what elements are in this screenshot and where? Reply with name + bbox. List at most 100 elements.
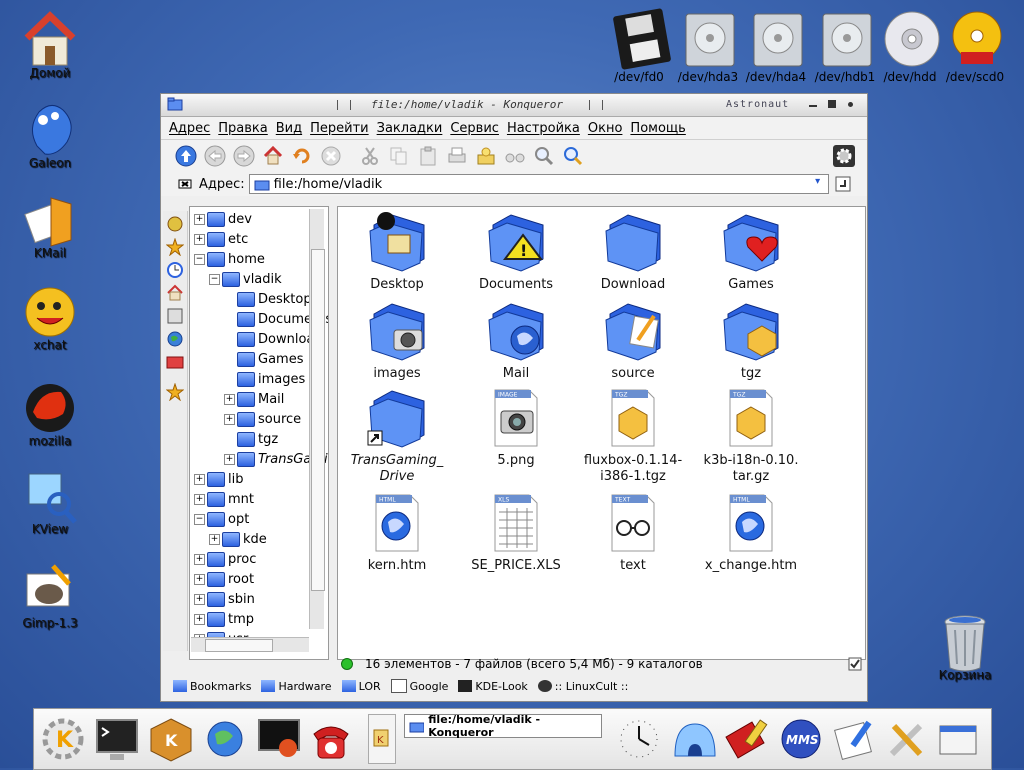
menu-item[interactable]: Вид — [276, 121, 302, 136]
bookmark-bookmarks-folder[interactable]: Bookmarks — [173, 680, 251, 693]
sidebar-network-tab[interactable] — [165, 329, 185, 349]
print-button[interactable] — [446, 145, 468, 167]
file-item[interactable]: images — [343, 300, 451, 382]
menu-item[interactable]: Помощь — [630, 121, 685, 136]
bookmark-google[interactable]: Google — [390, 679, 448, 693]
desktop-galeon-item[interactable]: Galeon — [5, 100, 95, 170]
file-item[interactable]: tgz — [697, 300, 805, 382]
kpackage-launcher[interactable]: K — [146, 714, 196, 764]
sidebar-history-tab[interactable] — [165, 260, 185, 280]
tree-expander[interactable]: + — [224, 453, 235, 465]
zoom-out-button[interactable] — [562, 145, 584, 167]
link-view-icon[interactable] — [848, 657, 862, 671]
menu-item[interactable]: Адрес — [169, 121, 210, 136]
tree-item[interactable]: + source — [224, 410, 301, 428]
tree-expander[interactable]: + — [194, 493, 205, 505]
tree-item[interactable]: + kde — [209, 530, 267, 548]
tree-item[interactable]: − home — [194, 250, 265, 268]
paste-button[interactable] — [417, 145, 439, 167]
drive-item[interactable]: /dev/hda3 — [673, 8, 743, 84]
menu-item[interactable]: Окно — [588, 121, 623, 136]
file-item[interactable]: TransGaming_ Drive — [343, 387, 451, 485]
back-button[interactable] — [204, 145, 226, 167]
window-list-launcher[interactable] — [934, 714, 984, 764]
sidebar-bookmarks-tab[interactable] — [165, 237, 185, 257]
desktop-kview-item[interactable]: KView — [5, 466, 95, 536]
sidebar-root-tab[interactable] — [165, 352, 185, 372]
maximize-button[interactable] — [828, 100, 836, 108]
tree-expander[interactable]: + — [194, 553, 205, 565]
tree-expander[interactable]: − — [209, 273, 220, 285]
clear-location-icon[interactable] — [177, 177, 193, 191]
mms-launcher[interactable]: MMS — [776, 714, 826, 764]
forward-button[interactable] — [233, 145, 255, 167]
tree-item[interactable]: Games — [224, 350, 303, 368]
file-item[interactable]: Download — [579, 211, 687, 293]
konqueror-window[interactable]: file:/home/vladik - Konqueror Astronaut … — [160, 93, 868, 702]
terminal-launcher[interactable] — [92, 714, 142, 764]
file-item[interactable]: ! Documents — [462, 211, 570, 293]
tree-hscroll-thumb[interactable] — [205, 639, 273, 652]
file-item[interactable]: Games — [697, 211, 805, 293]
desktop-mozilla-item[interactable]: mozilla — [5, 378, 95, 448]
file-item[interactable]: HTML kern.htm — [343, 492, 451, 574]
file-item[interactable]: Mail — [462, 300, 570, 382]
location-input[interactable]: file:/home/vladik ▾ — [248, 174, 829, 194]
menu-item[interactable]: Закладки — [377, 121, 443, 136]
drive-item[interactable]: /dev/scd0 — [940, 8, 1010, 84]
tree-expander[interactable]: + — [194, 473, 205, 485]
up-button[interactable] — [175, 145, 197, 167]
menu-item[interactable]: Правка — [218, 121, 267, 136]
cut-button[interactable] — [359, 145, 381, 167]
file-item[interactable]: TGZ k3b-i18n-0.10. tar.gz — [697, 387, 805, 485]
tree-expander[interactable]: − — [194, 253, 205, 265]
tree-item[interactable]: Download — [224, 330, 323, 348]
tree-item[interactable]: − opt — [194, 510, 249, 528]
tree-expander[interactable]: + — [194, 573, 205, 585]
drive-item[interactable]: /dev/fd0 — [604, 8, 674, 84]
tree-item[interactable]: images — [224, 370, 305, 388]
tree-vertical-scrollbar[interactable] — [309, 209, 325, 629]
location-dropdown-button[interactable]: ▾ — [810, 176, 826, 190]
bookmark-lor-folder[interactable]: LOR — [341, 680, 381, 693]
minimize-button[interactable] — [809, 105, 817, 107]
file-item[interactable]: HTML x_change.htm — [697, 492, 805, 574]
file-item[interactable]: Desktop — [343, 211, 451, 293]
drive-item[interactable]: /dev/hdd — [875, 8, 945, 84]
new-window-button[interactable] — [475, 145, 497, 167]
tree-horizontal-scrollbar[interactable] — [191, 637, 309, 652]
window-titlebar[interactable]: file:/home/vladik - Konqueror Astronaut — [161, 94, 867, 117]
file-item[interactable]: XLS SE_PRICE.XLS — [462, 492, 570, 574]
reload-button[interactable] — [291, 145, 313, 167]
tree-item[interactable]: + etc — [194, 230, 248, 248]
tree-expander[interactable]: + — [194, 613, 205, 625]
k-menu-button[interactable]: K — [38, 714, 88, 764]
tree-item[interactable]: tgz — [224, 430, 278, 448]
tree-item[interactable]: + root — [194, 570, 254, 588]
tree-expander[interactable]: + — [194, 233, 205, 245]
tree-expander[interactable]: − — [194, 513, 205, 525]
activity-button[interactable] — [833, 145, 855, 167]
display-launcher[interactable] — [254, 714, 304, 764]
igloo-launcher[interactable] — [670, 714, 720, 764]
tree-item[interactable]: + sbin — [194, 590, 255, 608]
trash-icon-item[interactable]: Корзина — [920, 612, 1010, 682]
sidebar-config-tab[interactable] — [165, 214, 185, 234]
phone-launcher[interactable] — [306, 714, 356, 764]
desktop-kmail-item[interactable]: KMail — [5, 190, 95, 260]
network-launcher[interactable] — [200, 714, 250, 764]
file-item[interactable]: IMAGE 5.png — [462, 387, 570, 469]
tree-item[interactable]: + lib — [194, 470, 243, 488]
desktop-gimp-item[interactable]: Gimp-1.3 — [5, 560, 95, 630]
go-icon[interactable] — [835, 176, 851, 192]
bookmark-hardware-folder[interactable]: Hardware — [261, 680, 332, 693]
bookmark-kde-look[interactable]: KDE-Look — [458, 680, 528, 693]
stop-button[interactable] — [320, 145, 342, 167]
sidebar-extra-bookmarks-tab[interactable] — [165, 382, 185, 402]
tree-item[interactable]: Desktop — [224, 290, 312, 308]
desktop-home-item[interactable]: Домой — [5, 10, 95, 80]
home-button[interactable] — [262, 145, 284, 167]
control-center-launcher[interactable] — [882, 714, 932, 764]
menu-item[interactable]: Перейти — [310, 121, 369, 136]
tree-expander[interactable]: + — [194, 213, 205, 225]
